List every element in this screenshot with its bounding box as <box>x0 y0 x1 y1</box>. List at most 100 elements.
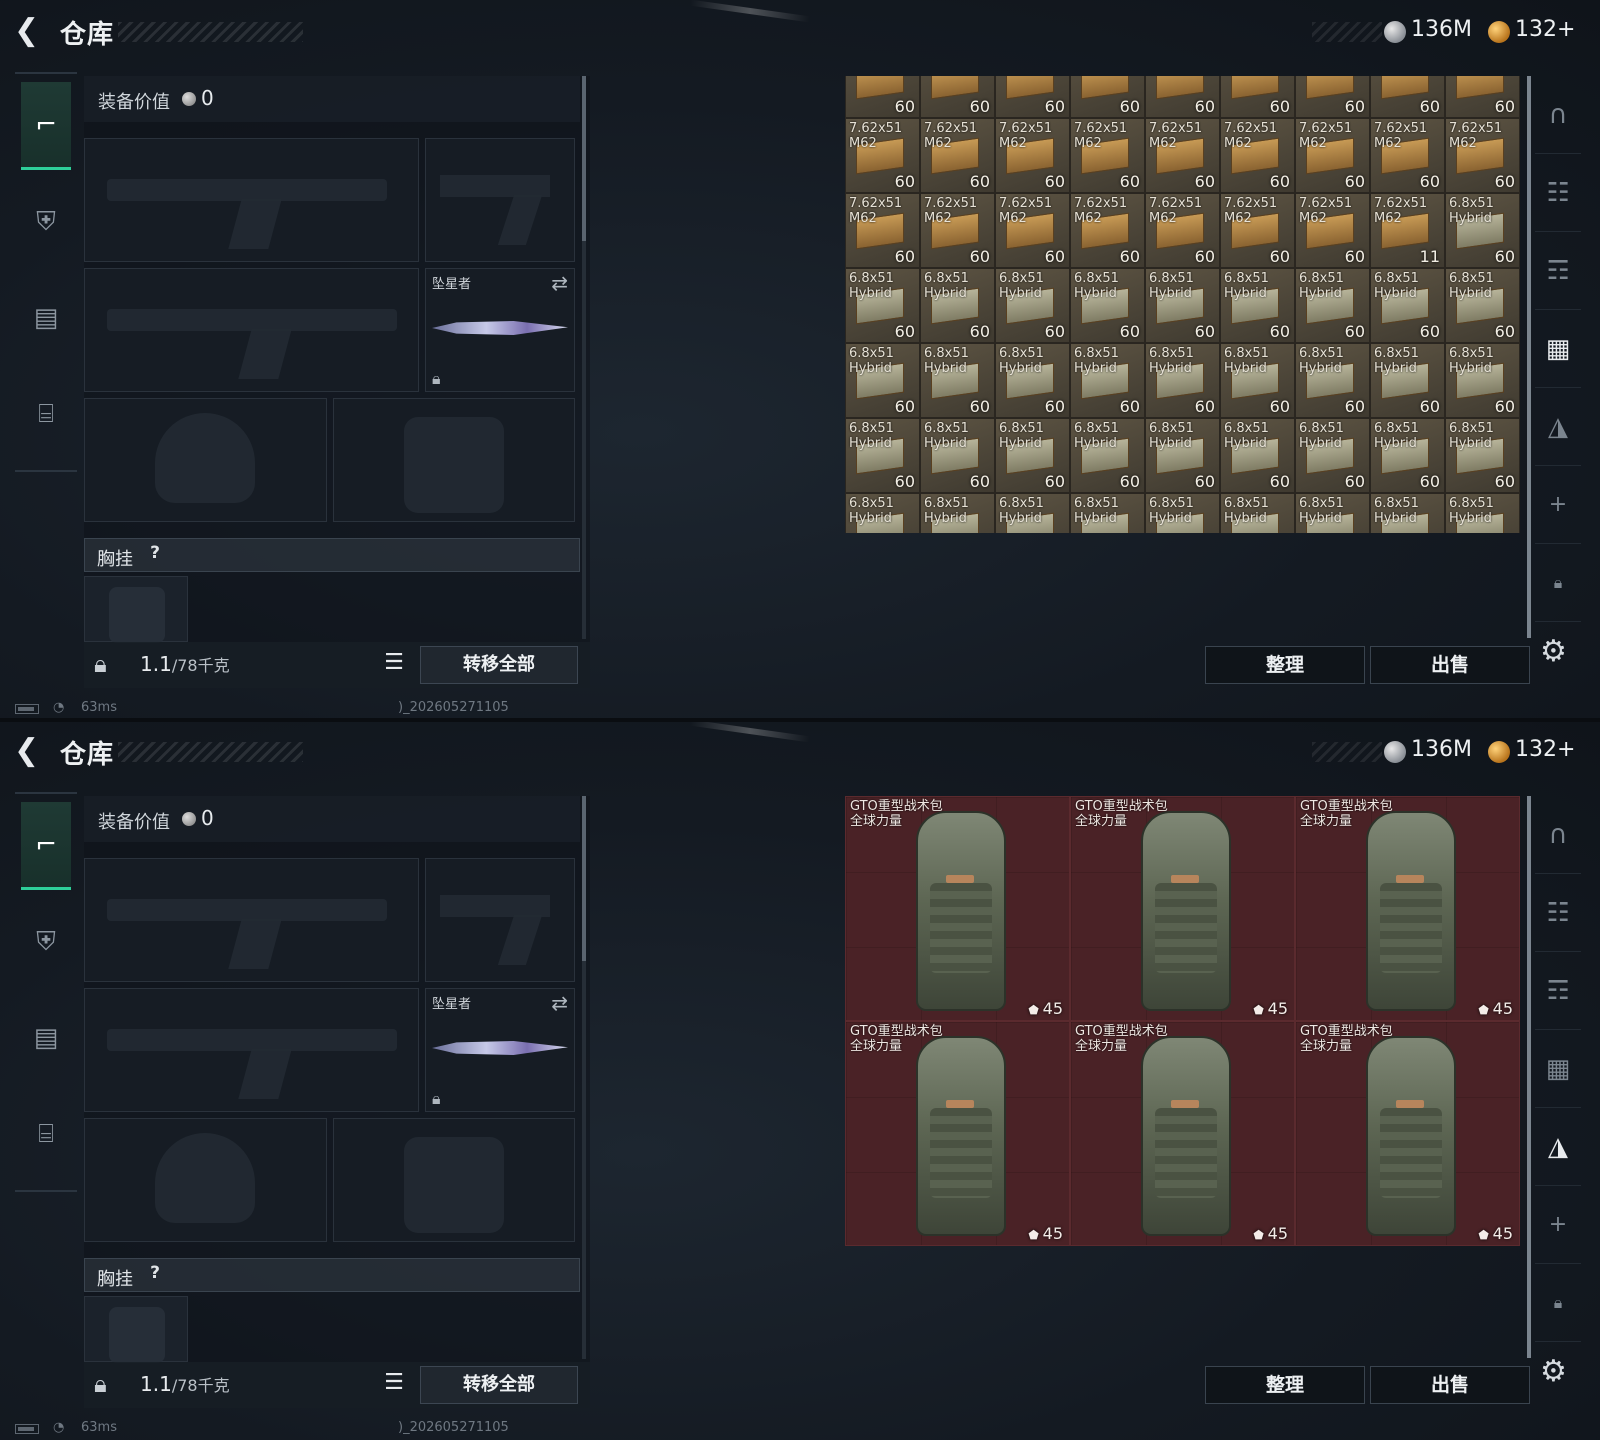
ammo-item[interactable]: 6.8x51 Hybrid60 <box>1070 493 1145 533</box>
ammo-item[interactable]: 6.8x51 Hybrid60 <box>1220 418 1295 493</box>
tab-lock-icon[interactable]: 🔒︎ <box>1535 544 1581 622</box>
list-icon[interactable]: ☰ <box>379 1370 409 1400</box>
ammo-item[interactable]: 6.8x51 Hybrid60 <box>1445 193 1520 268</box>
equipment-scrollbar-thumb[interactable] <box>582 76 586 241</box>
ammo-item[interactable]: 60 <box>995 76 1070 118</box>
ammo-item[interactable]: 60 <box>1295 76 1370 118</box>
back-button[interactable]: ❮ <box>14 736 48 768</box>
ammo-item[interactable]: 7.62x51 M62 60 <box>1370 118 1445 193</box>
filter-armor-case-icon[interactable]: ▦ <box>1535 1030 1581 1108</box>
ammo-item[interactable]: 7.62x51 M62 60 <box>995 193 1070 268</box>
ammo-item[interactable]: 7.62x51 M62 60 <box>1295 118 1370 193</box>
nav-pistol-icon[interactable]: ⌐ <box>21 802 71 890</box>
filter-armor-v-icon[interactable]: ☶ <box>1535 232 1581 310</box>
ammo-item[interactable]: 7.62x51 M62 60 <box>1295 193 1370 268</box>
ammo-item[interactable]: 7.62x51 M62 60 <box>1145 193 1220 268</box>
settings-gear-icon[interactable]: ⚙ <box>1540 634 1567 669</box>
pistol-slot[interactable] <box>425 138 575 262</box>
filter-helmet-icon[interactable]: ∩ <box>1535 796 1581 874</box>
nav-toolbox-icon[interactable]: ⌸ <box>21 1090 71 1178</box>
filter-armor-case-icon[interactable]: ▦ <box>1535 310 1581 388</box>
ammo-item[interactable]: 6.8x51 Hybrid60 <box>1070 418 1145 493</box>
ammo-item[interactable]: 6.8x51 Hybrid60 <box>995 343 1070 418</box>
bag-lock-icon[interactable]: 🔒︎ <box>94 650 107 678</box>
ammo-item[interactable]: 6.8x51 Hybrid60 <box>1445 418 1520 493</box>
backpack-item[interactable]: GTO重型战术包 全球力量 ⬟ 45 <box>1295 1021 1520 1246</box>
filter-helmet-icon[interactable]: ∩ <box>1535 76 1581 154</box>
swap-icon[interactable]: ⇄ <box>551 271 568 295</box>
currency2-value[interactable]: 132+ <box>1515 737 1575 762</box>
ammo-item[interactable]: 7.62x51 M62 11 <box>1370 193 1445 268</box>
stash-scrollbar-thumb[interactable] <box>1527 796 1531 1358</box>
ammo-item[interactable]: 6.8x51 Hybrid60 <box>920 418 995 493</box>
armor-slot[interactable] <box>333 1118 575 1242</box>
back-button[interactable]: ❮ <box>14 16 48 48</box>
swap-icon[interactable]: ⇄ <box>551 991 568 1015</box>
help-icon[interactable]: ? <box>143 1263 167 1287</box>
bag-lock-icon[interactable]: 🔒︎ <box>94 1370 107 1398</box>
ammo-item[interactable]: 7.62x51 M62 60 <box>920 118 995 193</box>
helmet-slot[interactable] <box>84 1118 327 1242</box>
ammo-item[interactable]: 60 <box>1070 76 1145 118</box>
ammo-item[interactable]: 6.8x51 Hybrid60 <box>1445 493 1520 533</box>
primary-weapon-slot[interactable] <box>84 138 419 262</box>
backpack-item[interactable]: GTO重型战术包 全球力量 ⬟ 45 <box>845 1021 1070 1246</box>
ammo-item[interactable]: 7.62x51 M62 60 <box>1070 118 1145 193</box>
ammo-item[interactable]: 60 <box>1370 76 1445 118</box>
ammo-item[interactable]: 7.62x51 M62 60 <box>995 118 1070 193</box>
ammo-item[interactable]: 6.8x51 Hybrid60 <box>845 343 920 418</box>
ammo-item[interactable]: 6.8x51 Hybrid60 <box>1370 343 1445 418</box>
ammo-item[interactable]: 60 <box>845 76 920 118</box>
secondary-weapon-slot[interactable] <box>84 268 419 392</box>
ammo-item[interactable]: 6.8x51 Hybrid60 <box>1445 343 1520 418</box>
nav-armor-icon[interactable]: ⛨ <box>21 898 71 986</box>
chest-rig-slot[interactable] <box>84 576 188 643</box>
ammo-item[interactable]: 6.8x51 Hybrid60 <box>1145 343 1220 418</box>
ammo-item[interactable]: 6.8x51 Hybrid60 <box>920 343 995 418</box>
filter-armor-v-icon[interactable]: ☶ <box>1535 952 1581 1030</box>
filter-armor-iv-icon[interactable]: ☷ <box>1535 154 1581 232</box>
secondary-weapon-slot[interactable] <box>84 988 419 1112</box>
tab-lock-icon[interactable]: 🔒︎ <box>1535 1264 1581 1342</box>
ammo-item[interactable]: 7.62x51 M62 60 <box>1220 193 1295 268</box>
add-tab-plus-icon[interactable]: + <box>1535 1186 1581 1264</box>
ammo-item[interactable]: 7.62x51 M62 60 <box>1220 118 1295 193</box>
ammo-item[interactable]: 6.8x51 Hybrid60 <box>845 493 920 533</box>
ammo-item[interactable]: 6.8x51 Hybrid60 <box>1295 268 1370 343</box>
ammo-item[interactable]: 6.8x51 Hybrid60 <box>1070 268 1145 343</box>
ammo-item[interactable]: 6.8x51 Hybrid60 <box>1145 418 1220 493</box>
ammo-item[interactable]: 7.62x51 M62 60 <box>1145 118 1220 193</box>
ammo-item[interactable]: 60 <box>1445 76 1520 118</box>
melee-slot[interactable]: 坠星者 ⇄ 🔒︎ <box>425 268 575 392</box>
ammo-item[interactable]: 6.8x51 Hybrid60 <box>1070 343 1145 418</box>
ammo-item[interactable]: 6.8x51 Hybrid60 <box>1295 418 1370 493</box>
backpack-item[interactable]: GTO重型战术包 全球力量 ⬟ 45 <box>845 796 1070 1021</box>
backpack-item[interactable]: GTO重型战术包 全球力量 ⬟ 45 <box>1295 796 1520 1021</box>
ammo-item[interactable]: 6.8x51 Hybrid60 <box>995 493 1070 533</box>
armor-slot[interactable] <box>333 398 575 522</box>
ammo-item[interactable]: 7.62x51 M62 60 <box>845 193 920 268</box>
melee-slot[interactable]: 坠星者 ⇄ 🔒︎ <box>425 988 575 1112</box>
ammo-item[interactable]: 7.62x51 M62 60 <box>1445 118 1520 193</box>
add-tab-plus-icon[interactable]: + <box>1535 466 1581 544</box>
filter-container-icon[interactable]: ◮ <box>1535 388 1581 466</box>
nav-armor-icon[interactable]: ⛨ <box>21 178 71 266</box>
list-icon[interactable]: ☰ <box>379 650 409 680</box>
ammo-item[interactable]: 60 <box>920 76 995 118</box>
ammo-item[interactable]: 6.8x51 Hybrid60 <box>845 268 920 343</box>
equipment-scrollbar-track[interactable] <box>582 241 586 639</box>
helmet-slot[interactable] <box>84 398 327 522</box>
ammo-item[interactable]: 7.62x51 M62 60 <box>845 118 920 193</box>
ammo-item[interactable]: 6.8x51 Hybrid60 <box>845 418 920 493</box>
transfer-all-button[interactable]: 转移全部 <box>420 646 578 684</box>
filter-armor-iv-icon[interactable]: ☷ <box>1535 874 1581 952</box>
ammo-item[interactable]: 6.8x51 Hybrid60 <box>995 268 1070 343</box>
ammo-item[interactable]: 6.8x51 Hybrid60 <box>1295 343 1370 418</box>
ammo-item[interactable]: 6.8x51 Hybrid60 <box>1370 493 1445 533</box>
pistol-slot[interactable] <box>425 858 575 982</box>
ammo-item[interactable]: 6.8x51 Hybrid60 <box>1370 268 1445 343</box>
nav-backpack-icon[interactable]: ▤ <box>21 274 71 362</box>
ammo-item[interactable]: 6.8x51 Hybrid60 <box>1295 493 1370 533</box>
ammo-item[interactable]: 6.8x51 Hybrid60 <box>920 268 995 343</box>
sell-button[interactable]: 出售 <box>1370 646 1530 684</box>
